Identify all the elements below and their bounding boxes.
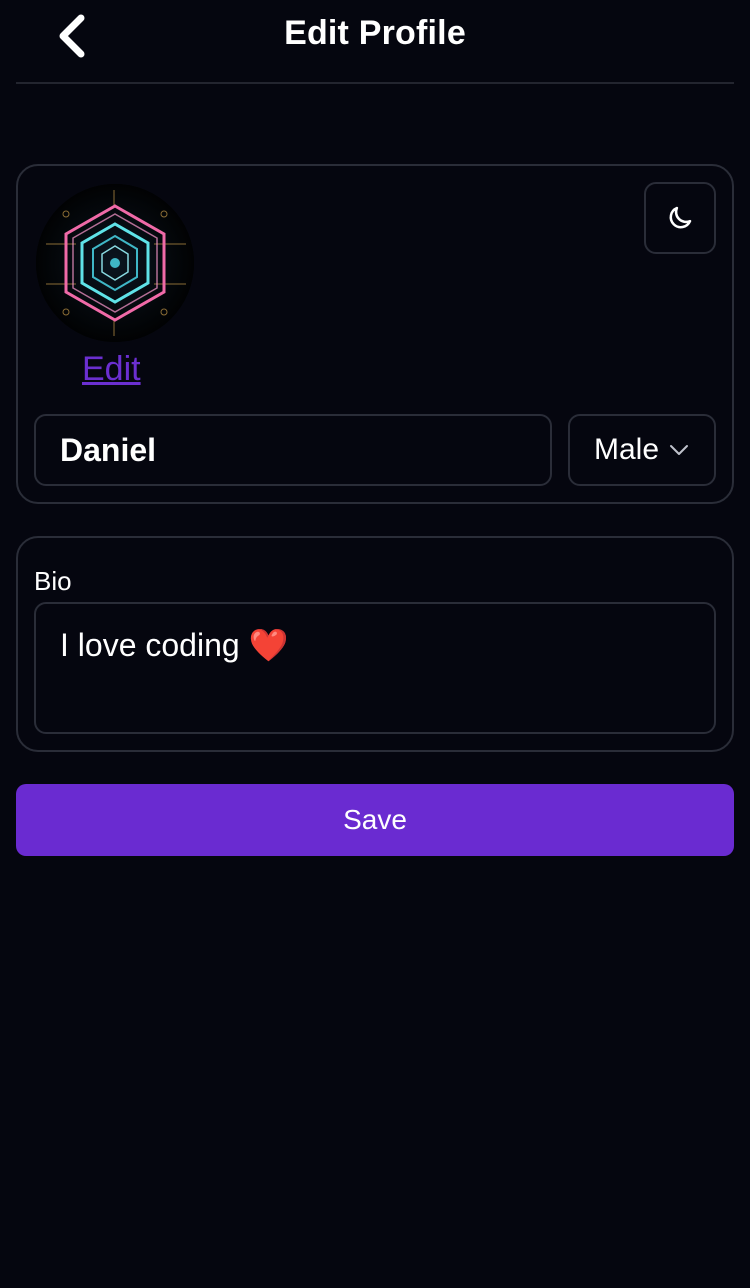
profile-card: Edit Male [16,164,734,504]
bio-textarea[interactable]: I love coding ❤️ [34,602,716,734]
save-button[interactable]: Save [16,784,734,856]
header: Edit Profile [16,0,734,84]
gender-select-value: Male [594,433,660,466]
gender-select[interactable]: Male [568,414,716,486]
avatar[interactable] [36,184,194,342]
edit-avatar-link[interactable]: Edit [82,350,141,389]
page-title: Edit Profile [284,14,466,52]
bio-label: Bio [34,566,72,596]
name-input[interactable] [34,414,552,486]
moon-icon [669,206,692,229]
avatar-image [36,184,194,342]
theme-toggle-button[interactable] [644,182,716,254]
bio-card: Bio I love coding ❤️ [16,536,734,752]
chevron-down-icon [670,445,689,455]
